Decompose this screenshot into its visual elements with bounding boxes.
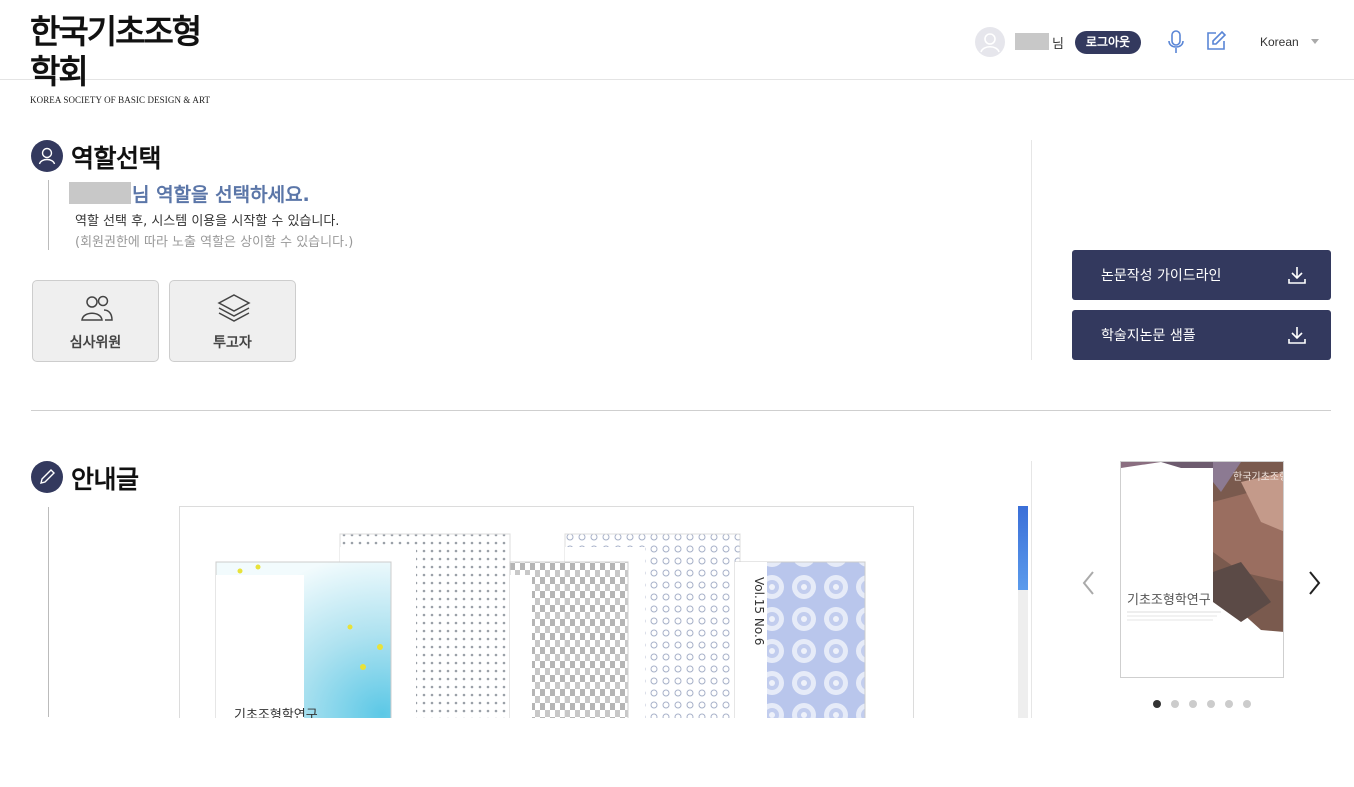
site-header: 한국기초조형학회 KOREA SOCIETY OF BASIC DESIGN &… — [0, 0, 1354, 105]
download-button-label: 논문작성 가이드라인 — [1101, 268, 1222, 284]
section-divider — [31, 410, 1331, 411]
users-icon — [79, 293, 115, 325]
person-icon — [31, 140, 63, 172]
notice-scrollbar-thumb[interactable] — [1018, 506, 1028, 590]
notice-image: Vol.15 No.6 기초조형학연구 — [179, 506, 914, 718]
book-mark-text: 기초조형학연구 — [234, 708, 318, 718]
sample-download-button[interactable]: 학술지논문 샘플 — [1072, 310, 1331, 360]
logout-button[interactable]: 로그아웃 — [1075, 31, 1141, 54]
download-button-label: 학술지논문 샘플 — [1101, 328, 1196, 344]
user-name-redacted — [1015, 33, 1049, 50]
cover-logo-text: 한국기초조형학회 — [1233, 471, 1284, 483]
pencil-icon — [31, 461, 63, 493]
role-user-name-redacted — [69, 182, 131, 204]
carousel-slide[interactable]: 한국기초조형학회 기초조형학연구 — [1120, 461, 1284, 678]
role-button-label: 투고자 — [213, 335, 252, 351]
layers-icon — [216, 293, 252, 325]
guideline-download-button[interactable]: 논문작성 가이드라인 — [1072, 250, 1331, 300]
microphone-icon[interactable] — [1166, 30, 1186, 54]
carousel-next-arrow-icon[interactable] — [1305, 568, 1325, 598]
download-icon — [1287, 325, 1307, 345]
cover-title-text: 기초조형학연구 — [1127, 593, 1211, 608]
carousel-prev-arrow-icon[interactable] — [1078, 568, 1098, 598]
role-button-author[interactable]: 투고자 — [169, 280, 296, 362]
notice-left-rule — [48, 507, 49, 717]
carousel-dot[interactable] — [1189, 700, 1197, 708]
role-headline: 님 역할을 선택하세요. — [132, 184, 310, 206]
logo-main-text: 한국기초조형학회 — [30, 12, 202, 91]
role-description: 역할 선택 후, 시스템 이용을 시작할 수 있습니다. — [75, 214, 340, 229]
role-intro: 님 역할을 선택하세요. 역할 선택 후, 시스템 이용을 시작할 수 있습니다… — [48, 180, 448, 250]
carousel-dot[interactable] — [1225, 700, 1233, 708]
carousel-dot[interactable] — [1171, 700, 1179, 708]
site-logo[interactable]: 한국기초조형학회 KOREA SOCIETY OF BASIC DESIGN &… — [30, 12, 220, 105]
role-button-reviewer[interactable]: 심사위원 — [32, 280, 159, 362]
language-select[interactable]: Korean — [1260, 35, 1299, 49]
download-icon — [1287, 265, 1307, 285]
notice-section-title: 안내글 — [71, 465, 139, 494]
column-divider-lower — [1031, 461, 1032, 718]
chevron-down-icon[interactable] — [1311, 39, 1319, 44]
book-vol-label: Vol.15 No.6 — [752, 577, 766, 645]
user-avatar-icon[interactable] — [975, 27, 1005, 57]
role-button-label: 심사위원 — [69, 335, 122, 351]
carousel-dot[interactable] — [1243, 700, 1251, 708]
role-section-title: 역할선택 — [71, 144, 162, 173]
carousel-dot[interactable] — [1207, 700, 1215, 708]
role-note: (회원권한에 따라 노출 역할은 상이할 수 있습니다.) — [75, 235, 354, 250]
edit-icon[interactable] — [1205, 30, 1227, 52]
logo-sub-text: KOREA SOCIETY OF BASIC DESIGN & ART — [30, 95, 211, 105]
column-divider — [1031, 140, 1032, 360]
carousel-dot[interactable] — [1153, 700, 1161, 708]
user-honorific: 님 — [1052, 37, 1064, 52]
